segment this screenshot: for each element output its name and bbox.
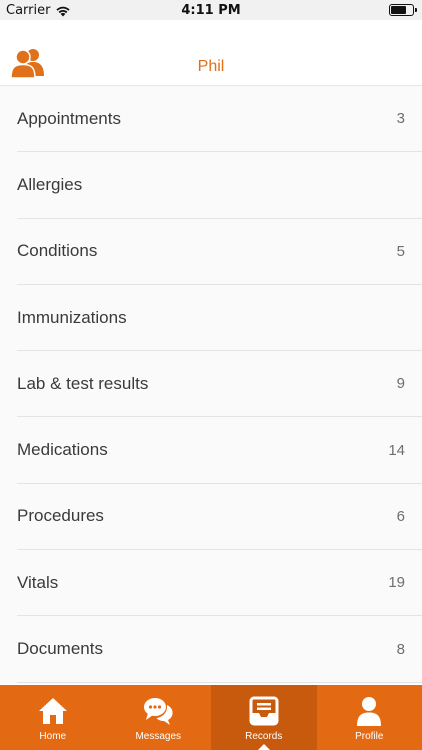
home-icon	[38, 698, 67, 724]
active-tab-indicator	[257, 744, 270, 750]
list-item-label: Lab & test results	[17, 373, 149, 393]
tab-home[interactable]: Home	[0, 685, 106, 750]
tab-records[interactable]: Records	[211, 685, 317, 750]
list-item-count: 3	[396, 110, 405, 128]
list-item-count: 14	[388, 441, 405, 459]
list-item-procedures[interactable]: Procedures 6	[17, 484, 422, 551]
tab-profile[interactable]: Profile	[317, 685, 422, 750]
tab-label: Messages	[135, 731, 182, 742]
list-item-label: Medications	[17, 440, 108, 460]
list-item-allergies[interactable]: Allergies	[17, 152, 422, 219]
status-bar: Carrier 4:11 PM	[0, 0, 422, 20]
inbox-tray-icon	[249, 696, 279, 726]
list-item-label: Appointments	[17, 108, 121, 128]
list-item-immunizations[interactable]: Immunizations	[17, 285, 422, 352]
tab-label: Profile	[355, 731, 384, 742]
list-item-count: 5	[396, 242, 405, 260]
page-title: Phil	[197, 58, 225, 75]
list-item-label: Documents	[17, 639, 103, 659]
list-item-vitals[interactable]: Vitals 19	[17, 550, 422, 617]
list-item-lab-results[interactable]: Lab & test results 9	[17, 351, 422, 418]
list-item-count: 19	[388, 574, 405, 592]
list-item-label: Conditions	[17, 241, 98, 261]
list-item-conditions[interactable]: Conditions 5	[17, 219, 422, 285]
header: Phil	[0, 20, 422, 86]
list-item-count: 6	[396, 507, 405, 525]
list-item-label: Immunizations	[17, 307, 127, 327]
list-item-appointments[interactable]: Appointments 3	[17, 86, 422, 153]
status-right	[389, 4, 417, 16]
chat-bubbles-icon	[144, 698, 173, 725]
person-icon	[357, 697, 382, 726]
tab-bar: Home Messages Records Profile	[0, 685, 422, 750]
records-list: Appointments 3 Allergies Conditions 5 Im…	[0, 86, 422, 684]
list-item-documents[interactable]: Documents 8	[17, 616, 422, 683]
list-item-count: 8	[396, 640, 405, 658]
battery-icon	[389, 4, 417, 16]
tab-label: Home	[39, 731, 67, 742]
status-time: 4:11 PM	[181, 3, 241, 18]
list-item-label: Allergies	[17, 174, 83, 194]
list-item-medications[interactable]: Medications 14	[17, 417, 422, 484]
list-item-count: 9	[396, 375, 405, 393]
list-item-label: Procedures	[17, 506, 104, 526]
tab-messages[interactable]: Messages	[106, 685, 212, 750]
list-item-label: Vitals	[17, 572, 59, 592]
tab-label: Records	[245, 731, 283, 742]
